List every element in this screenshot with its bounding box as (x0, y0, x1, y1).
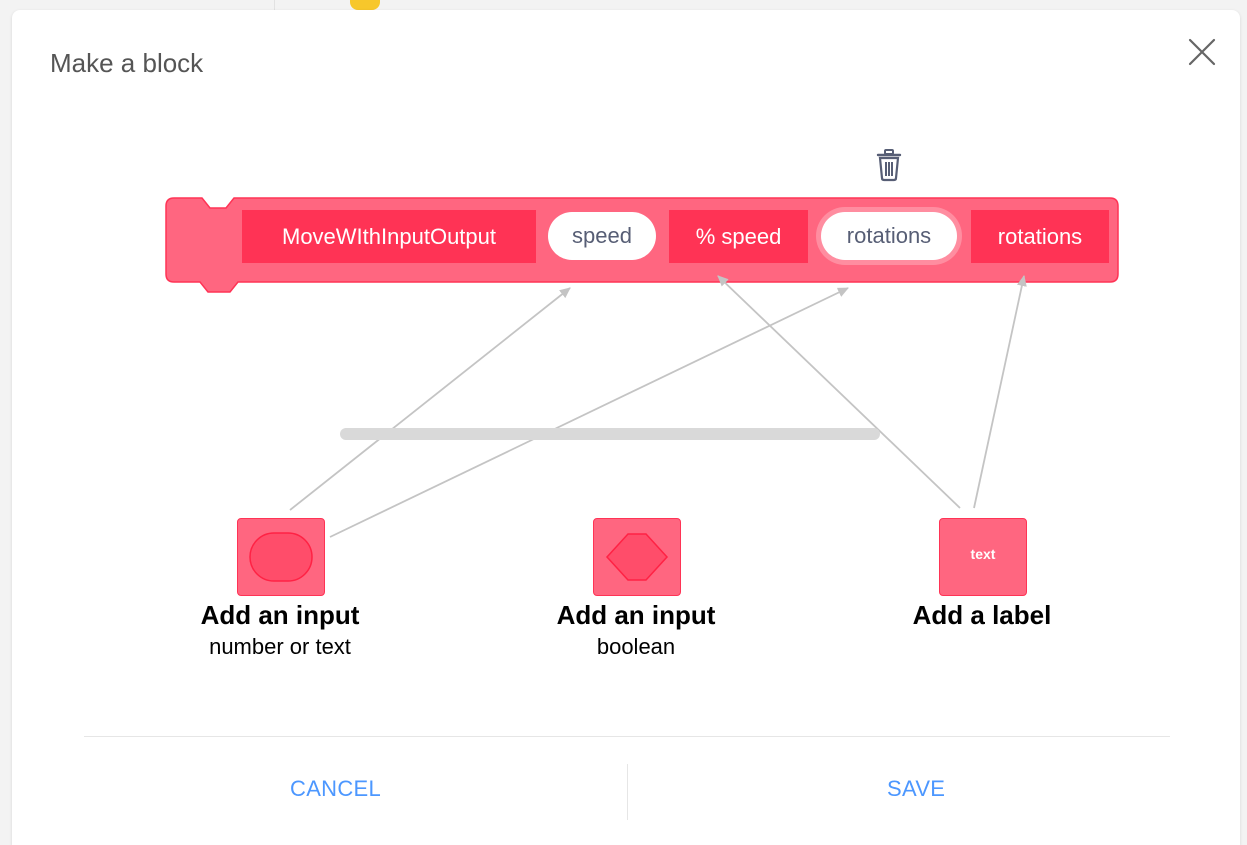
block-input-rotations[interactable]: rotations (821, 212, 957, 260)
block-label-speed[interactable]: % speed (669, 210, 808, 263)
cancel-button[interactable]: CANCEL (290, 776, 381, 802)
block-label-name[interactable]: MoveWIthInputOutput (242, 210, 536, 263)
footer-divider (84, 736, 1170, 737)
option-subtitle: number or text (209, 634, 351, 659)
footer-button-separator (627, 764, 628, 820)
save-button[interactable]: SAVE (887, 776, 945, 802)
horizontal-scrollbar[interactable] (340, 428, 880, 440)
option-title: Add a label (912, 600, 1052, 630)
block-input-speed[interactable]: speed (548, 212, 656, 260)
block-label-rotations[interactable]: rotations (971, 210, 1109, 263)
dialog-title: Make a block (50, 48, 204, 78)
hexagon-input-icon (605, 533, 669, 581)
add-input-boolean-button[interactable] (593, 518, 681, 596)
make-a-block-dialog: Make a block MoveWIthInputOutput speed %… (12, 10, 1240, 845)
rounded-input-icon (249, 532, 313, 582)
close-icon (1188, 38, 1216, 66)
delete-input-button[interactable] (874, 148, 904, 184)
trash-icon (876, 149, 902, 182)
arrow-line (289, 287, 571, 511)
arrow-line (973, 275, 1027, 509)
arrow-line (717, 275, 961, 509)
add-input-number-or-text-button[interactable] (237, 518, 325, 596)
close-button[interactable] (1182, 32, 1222, 72)
text-label-icon: text (970, 546, 996, 562)
option-title: Add an input (200, 600, 360, 630)
option-title: Add an input (556, 600, 716, 630)
add-label-button[interactable]: text (939, 518, 1027, 596)
option-subtitle: boolean (596, 634, 676, 659)
background-category-indicator (350, 0, 380, 10)
arrow-line (329, 287, 849, 538)
